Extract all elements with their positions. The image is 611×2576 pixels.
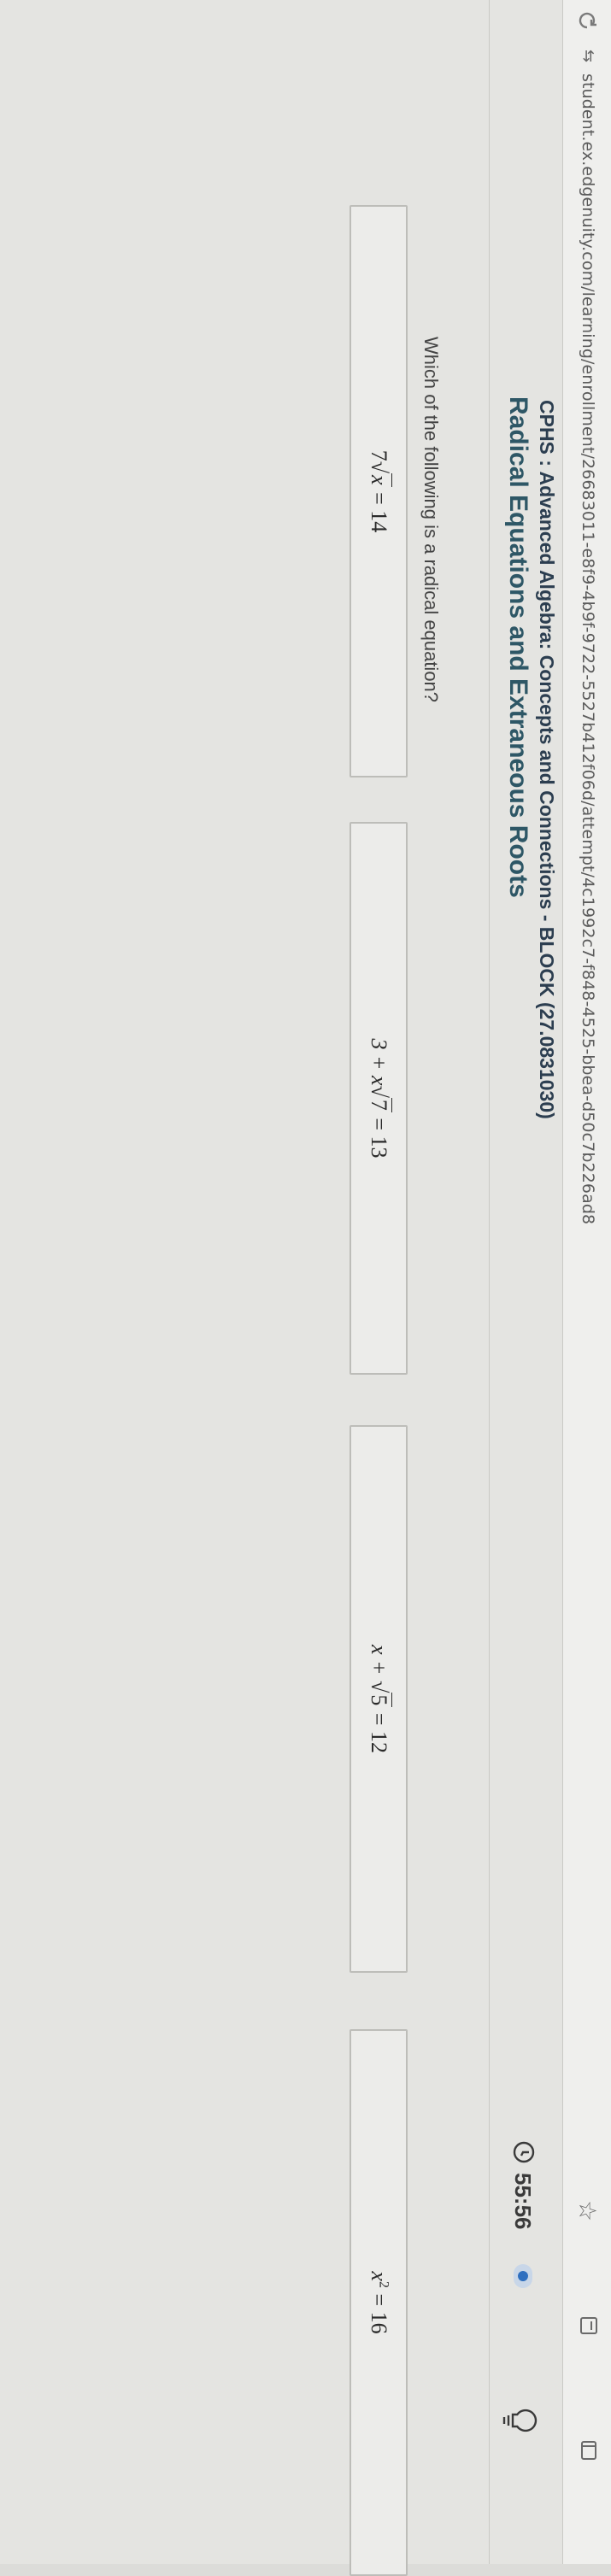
- reload-icon[interactable]: [575, 9, 599, 32]
- timer-toggle[interactable]: [514, 2264, 532, 2288]
- answer-math: x2 = 16: [367, 2271, 391, 2334]
- clock-icon: [513, 2141, 535, 2163]
- address-bar[interactable]: student.ex.edgenuity.com/learning/enroll…: [579, 73, 597, 1224]
- question-prompt: Which of the following is a radical equa…: [420, 337, 442, 703]
- answer-option-2[interactable]: 3 + x√7 = 13: [350, 822, 408, 1375]
- timer-value: 55:56: [510, 2173, 536, 2230]
- star-icon[interactable]: ☆: [573, 2200, 602, 2221]
- answer-option-3[interactable]: x + √5 = 12: [350, 1425, 408, 1973]
- answer-option-1[interactable]: 7√x = 14: [350, 205, 408, 777]
- site-settings-icon[interactable]: ⇆: [579, 50, 597, 62]
- answer-option-4[interactable]: x2 = 16: [350, 2029, 408, 2576]
- share-icon[interactable]: [579, 2439, 599, 2462]
- lesson-title: Radical Equations and Extraneous Roots: [504, 396, 532, 898]
- page: ⇆ student.ex.edgenuity.com/learning/enro…: [0, 0, 611, 2576]
- course-title: CPHS : Advanced Algebra: Concepts and Co…: [536, 400, 558, 1119]
- header-divider: [489, 0, 490, 2564]
- browser-toolbar: ⇆ student.ex.edgenuity.com/learning/enro…: [562, 0, 611, 2564]
- answer-math: x + √5 = 12: [367, 1644, 392, 1754]
- lightbulb-icon[interactable]: [502, 2404, 539, 2437]
- reader-icon[interactable]: [579, 2315, 599, 2336]
- answer-math: 3 + x√7 = 13: [367, 1038, 392, 1159]
- answer-math: 7√x = 14: [367, 449, 392, 533]
